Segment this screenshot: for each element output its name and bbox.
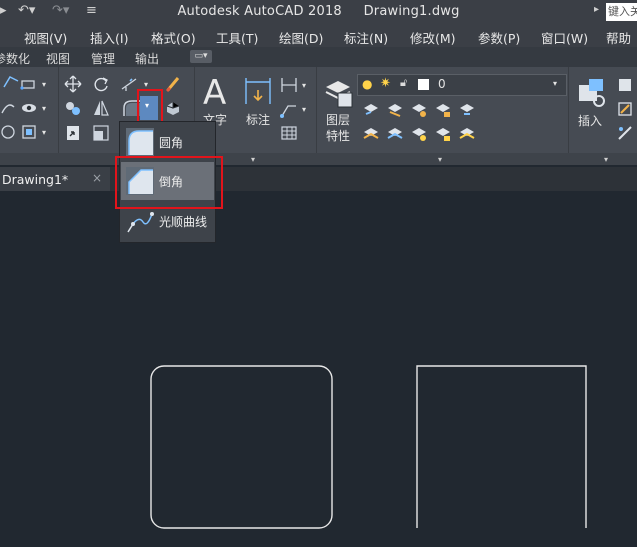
layer-walk-icon[interactable] [458,100,476,118]
ribbon-toggle-button[interactable]: ▭▾ [190,50,212,63]
layer-color-swatch [418,79,429,90]
hatch-eye-icon[interactable] [20,99,38,117]
stretch-icon[interactable] [64,124,82,142]
layer-off-icon[interactable] [362,124,380,142]
close-icon[interactable]: × [92,171,102,185]
block-attribute-icon[interactable] [616,124,634,142]
layer-properties-label-2: 特性 [326,129,351,143]
layer-name: 0 [438,77,446,91]
chevron-down-icon[interactable]: ▾ [42,104,46,113]
unlock-icon: 🔓︎ [400,76,408,89]
window-title: Autodesk AutoCAD 2018 Drawing1.dwg [0,4,637,19]
search-input[interactable]: 键入关 [606,3,637,21]
panel-expand-icon[interactable]: ▾ [438,155,442,164]
explode-icon[interactable] [164,99,182,117]
menu-parametric[interactable]: 参数(P) [478,28,520,47]
chevron-down-icon[interactable]: ▾ [144,80,148,89]
ribbon-separator [58,67,59,163]
menu-format[interactable]: 格式(O) [151,28,196,47]
edit-block-icon[interactable] [616,100,634,118]
mirror-icon[interactable] [92,99,110,117]
search-expand-icon[interactable]: ▸ [594,4,604,20]
menu-view[interactable]: 视图(V) [24,28,67,47]
file-name: Drawing1.dwg [363,4,460,19]
tab-output[interactable]: 输出 [135,50,159,67]
layer-previous-icon[interactable] [386,100,404,118]
table-icon[interactable] [280,124,298,142]
menu-modify[interactable]: 修改(M) [410,28,456,47]
chevron-down-icon[interactable]: ▾ [302,81,306,90]
ribbon-separator [568,67,569,163]
leader-icon[interactable] [280,100,298,118]
layer-freeze-icon[interactable] [386,124,404,142]
scale-icon[interactable] [92,124,110,142]
highlight-chamfer-frame [115,156,223,209]
dimension-label: 标注 [246,113,271,127]
menu-bar: 视图(V) 插入(I) 格式(O) 工具(T) 绘图(D) 标注(N) 修改(M… [0,25,637,47]
tab-view[interactable]: 视图 [46,50,70,67]
layer-properties-icon[interactable] [322,75,354,109]
layer-lock-icon[interactable] [434,100,452,118]
lightbulb-icon: ● [362,77,373,91]
circle-icon[interactable] [0,123,18,141]
menu-insert[interactable]: 插入(I) [90,28,128,47]
insert-block-icon[interactable] [575,75,607,109]
create-block-icon[interactable] [616,76,634,94]
document-tab[interactable]: Drawing1* × [0,167,110,191]
app-title: Autodesk AutoCAD 2018 [177,4,342,19]
menu-dimension[interactable]: 标注(N) [344,28,388,47]
document-tab-label: Drawing1* [2,172,69,187]
ribbon-panel-title-bar [0,153,637,165]
menu-draw[interactable]: 绘图(D) [279,28,323,47]
insert-label: 插入 [578,114,603,128]
title-bar: ▸ ↶▾ ↷▾ ≡ Autodesk AutoCAD 2018 Drawing1… [0,0,637,25]
menu-tools[interactable]: 工具(T) [216,28,258,47]
polyline-icon[interactable] [2,73,20,91]
layer-match-icon[interactable] [362,100,380,118]
plain-rectangle [416,365,587,528]
drawing-canvas[interactable] [0,191,637,547]
dimension-icon[interactable] [243,76,273,108]
chevron-down-icon[interactable]: ▾ [302,105,306,114]
chevron-down-icon[interactable]: ▾ [42,80,46,89]
fillet-icon [126,128,154,156]
filleted-rectangle [150,365,333,529]
arc-icon[interactable] [0,99,18,117]
panel-expand-icon[interactable]: ▾ [604,155,608,164]
ribbon-separator [316,67,317,163]
linear-dim-icon[interactable] [280,76,298,94]
move-icon[interactable] [64,75,82,93]
layer-on-icon[interactable] [458,124,476,142]
layer-isolate-icon[interactable] [410,100,428,118]
chevron-down-icon: ▾ [553,79,558,88]
sun-icon: ✷ [380,76,391,91]
layer-dropdown[interactable]: ● ✷ 🔓︎ 0 ▾ [357,74,567,96]
trim-icon[interactable] [120,75,138,93]
chevron-down-icon[interactable]: ▾ [42,128,46,137]
menu-item-fillet-label: 圆角 [159,136,184,150]
ribbon-tab-bar: 参数化 视图 管理 输出 ▭▾ [0,47,637,68]
menu-item-blend-curves-label: 光顺曲线 [159,215,208,229]
rotate-icon[interactable] [92,75,110,93]
region-icon[interactable] [20,123,38,141]
layer-unlock-icon[interactable] [434,124,452,142]
menu-help[interactable]: 帮助 [606,28,631,47]
tab-manage[interactable]: 管理 [91,50,115,67]
erase-icon[interactable] [164,75,182,93]
blend-curves-icon [127,212,154,233]
tab-parametric[interactable]: 参数化 [0,50,30,67]
copy-icon[interactable] [64,99,82,117]
text-icon[interactable]: A [200,72,234,112]
menu-window[interactable]: 窗口(W) [541,28,588,47]
layer-properties-label: 图层 [326,113,351,127]
panel-expand-icon[interactable]: ▾ [251,155,255,164]
line-icon[interactable] [20,75,38,93]
layer-merge-icon[interactable] [410,124,428,142]
svg-text:A: A [203,73,226,112]
